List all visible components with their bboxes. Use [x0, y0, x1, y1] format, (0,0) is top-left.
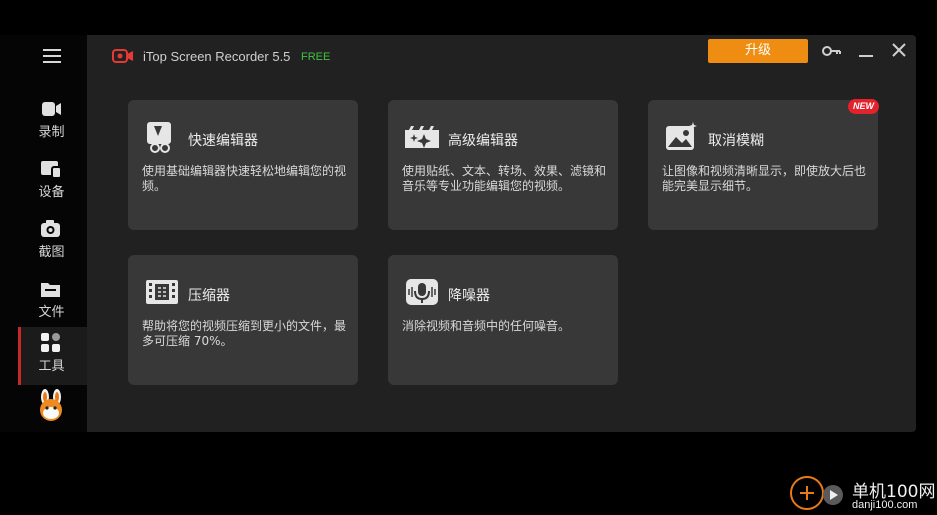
- tool-card-compressor[interactable]: 压缩器 帮助将您的视频压缩到更小的文件，最多可压缩 70%。: [128, 255, 358, 385]
- new-badge: NEW: [848, 99, 879, 114]
- main-window: iTop Screen Recorder 5.5 FREE 升级 快速编辑器 使…: [87, 35, 916, 432]
- camera-record-icon: [18, 99, 87, 119]
- watermark-site-url: danji100.com: [852, 499, 918, 511]
- sidebar-item-label: 设备: [38, 185, 65, 200]
- sidebar-item-screenshot[interactable]: 截图: [18, 213, 87, 271]
- close-icon[interactable]: [888, 41, 910, 61]
- unblur-icon: [664, 120, 700, 154]
- tool-card-noise-reducer[interactable]: 降噪器 消除视频和音频中的任何噪音。: [388, 255, 618, 385]
- tool-description: 消除视频和音频中的任何噪音。: [402, 319, 571, 333]
- tool-card-advanced-editor[interactable]: 高级编辑器 使用贴纸、文本、转场、效果、滤镜和音乐等专业功能编辑您的视频。: [388, 100, 618, 230]
- minimize-icon[interactable]: [855, 41, 877, 61]
- sidebar-item-label: 工具: [38, 359, 65, 374]
- upgrade-button[interactable]: 升级: [708, 39, 808, 63]
- watermark-play-icon: [822, 484, 844, 506]
- quick-editor-icon: [144, 120, 180, 154]
- sidebar-item-label: 文件: [38, 305, 65, 320]
- tool-description: 让图像和视频清晰显示，即使放大后也能完美显示细节。: [662, 164, 867, 193]
- noise-reducer-icon: [404, 275, 440, 309]
- sidebar-item-files[interactable]: 文件: [18, 273, 87, 331]
- left-sidebar: 录制 设备 截图 文件 工具: [0, 35, 87, 432]
- tool-title: 快速编辑器: [188, 133, 258, 149]
- tool-description: 使用贴纸、文本、转场、效果、滤镜和音乐等专业功能编辑您的视频。: [402, 164, 607, 193]
- tool-card-unblur[interactable]: 取消模糊 让图像和视频清晰显示，即使放大后也能完美显示细节。 NEW: [648, 99, 879, 230]
- watermark-logo-icon: [790, 476, 824, 510]
- screenshot-camera-icon: [18, 219, 87, 239]
- app-title: iTop Screen Recorder 5.5: [143, 49, 291, 64]
- tool-description: 使用基础编辑器快速轻松地编辑您的视频。: [142, 164, 347, 193]
- tool-title: 高级编辑器: [448, 133, 518, 149]
- menu-icon[interactable]: [43, 49, 61, 63]
- compressor-icon: [144, 275, 180, 309]
- tool-title: 压缩器: [188, 288, 230, 304]
- sidebar-item-device[interactable]: 设备: [18, 153, 87, 211]
- mascot-avatar[interactable]: [36, 389, 66, 421]
- sidebar-item-record[interactable]: 录制: [18, 93, 87, 151]
- sidebar-item-label: 录制: [38, 125, 65, 140]
- folder-icon: [18, 279, 87, 299]
- sidebar-item-tools[interactable]: 工具: [18, 327, 87, 385]
- key-icon[interactable]: [820, 41, 842, 61]
- tools-grid-icon: [18, 333, 87, 353]
- tool-card-quick-editor[interactable]: 快速编辑器 使用基础编辑器快速轻松地编辑您的视频。: [128, 100, 358, 230]
- tool-title: 取消模糊: [708, 133, 764, 149]
- edition-badge: FREE: [301, 51, 331, 63]
- advanced-editor-icon: [404, 120, 440, 154]
- tool-description: 帮助将您的视频压缩到更小的文件，最多可压缩 70%。: [142, 319, 347, 348]
- device-icon: [18, 159, 87, 179]
- tool-title: 降噪器: [448, 288, 490, 304]
- sidebar-item-label: 截图: [38, 245, 65, 260]
- app-logo-icon: [112, 48, 134, 64]
